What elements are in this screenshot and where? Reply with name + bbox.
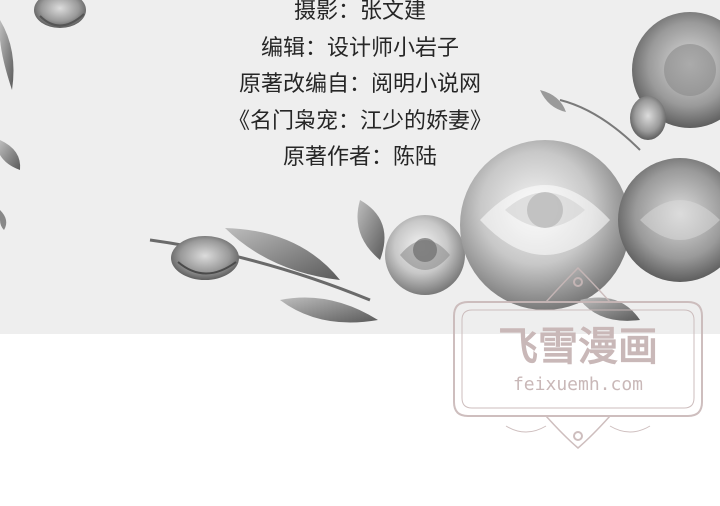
comic-credits-panel: 摄影：张文建 编辑：设计师小岩子 原著改编自：阅明小说网 《名门枭宠：江少的娇妻…	[0, 0, 720, 506]
credit-novel-title: 《名门枭宠：江少的娇妻》	[227, 108, 492, 134]
rose-bud-top-left	[0, 0, 86, 230]
credit-photography: 摄影：张文建	[293, 0, 426, 24]
watermark-title: 飞雪漫画	[498, 324, 658, 370]
credit-original-author: 原著作者：陈陆	[282, 145, 437, 170]
leaf-spray	[149, 200, 385, 323]
watermark-url: feixuemh.com	[513, 374, 643, 395]
credits-block: 摄影：张文建 编辑：设计师小岩子 原著改编自：阅明小说网 《名门枭宠：江少的娇妻…	[150, 0, 570, 177]
credit-adapted-from: 原著改编自：阅明小说网	[238, 72, 481, 97]
site-watermark: 飞雪漫画 feixuemh.com	[453, 266, 703, 449]
credit-editor: 编辑：设计师小岩子	[260, 35, 459, 61]
